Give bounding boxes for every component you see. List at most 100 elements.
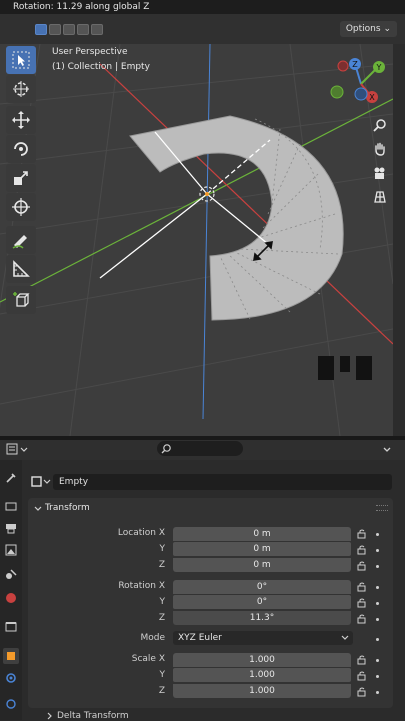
perspective-label: User Perspective [52, 47, 128, 57]
lock-icon[interactable] [357, 598, 367, 608]
scale-x-label: Scale X [131, 654, 165, 664]
viewport-info: User Perspective (1) Collection | Empty [52, 45, 150, 75]
select-mode-subtract-button[interactable] [63, 24, 75, 35]
collection-icon [5, 622, 17, 632]
lock-icon[interactable] [357, 529, 367, 539]
measure-tool[interactable] [6, 255, 36, 283]
origin-dot [205, 192, 209, 196]
select-mode-invert-button[interactable] [77, 24, 89, 35]
tab-render[interactable] [3, 498, 19, 514]
properties-search-input[interactable] [157, 441, 243, 456]
rotation-y-field[interactable]: 0° [173, 595, 351, 609]
location-z-label: Z [158, 560, 165, 570]
lock-icon[interactable] [357, 671, 367, 681]
lock-icon[interactable] [357, 614, 367, 624]
location-y-field[interactable]: 0 m [173, 542, 351, 556]
printer-icon [6, 524, 16, 534]
camera-icon [374, 167, 385, 179]
editor-type-icon[interactable] [6, 443, 30, 455]
object-type-dropdown[interactable] [31, 476, 53, 488]
rotation-z-field[interactable]: 11.3° [173, 611, 351, 625]
cursor-arrow-icon [12, 51, 30, 69]
collection-label: (1) Collection | Empty [52, 62, 150, 72]
select-mode-intersect-button[interactable] [91, 24, 103, 35]
tab-tool[interactable] [3, 470, 19, 486]
physics-icon [6, 673, 16, 683]
move-tool[interactable] [6, 106, 36, 134]
scale-icon [14, 171, 28, 185]
world-icon [6, 593, 16, 603]
status-text: Rotation: 11.29 along global Z [0, 0, 405, 14]
navigation-gizmo[interactable]: Z Y X [325, 54, 395, 106]
options-button[interactable]: Options ⌄ [339, 21, 397, 37]
scale-y-field[interactable]: 1.000 [173, 668, 351, 682]
object-name-field[interactable]: Empty [53, 474, 392, 490]
keyframe-dot[interactable] [376, 533, 379, 536]
location-z-field[interactable]: 0 m [173, 558, 351, 572]
keyframe-dot[interactable] [376, 602, 379, 605]
select-mode-new-button[interactable] [35, 24, 47, 35]
pan-button[interactable] [370, 139, 390, 159]
tab-physics[interactable] [3, 670, 19, 686]
lock-icon[interactable] [357, 582, 367, 592]
keyframe-dot[interactable] [376, 675, 379, 678]
chevron-down-icon [341, 635, 349, 640]
search-icon [161, 444, 171, 454]
scale-x-field[interactable]: 1.000 [173, 653, 351, 667]
keyframe-dot[interactable] [376, 565, 379, 568]
tab-object[interactable] [3, 648, 19, 664]
scale-y-label: Y [159, 670, 166, 680]
transform-panel-title[interactable]: Transform [45, 503, 90, 513]
constraint-icon [6, 699, 16, 709]
lock-icon[interactable] [357, 655, 367, 665]
svg-text:Y: Y [376, 63, 382, 72]
keyframe-dot[interactable] [376, 638, 379, 641]
overlay-block [340, 356, 350, 372]
add-cube-tool[interactable] [6, 286, 36, 314]
lock-icon[interactable] [357, 545, 367, 555]
move-arrows-icon [12, 111, 30, 129]
tab-collection[interactable] [3, 618, 19, 634]
annotate-tool[interactable] [6, 226, 36, 254]
lock-icon[interactable] [357, 561, 367, 571]
rotation-mode-label: Mode [140, 633, 165, 643]
image-icon [5, 544, 17, 556]
keyframe-dot[interactable] [376, 691, 379, 694]
transform-tool[interactable] [6, 193, 36, 221]
location-x-field[interactable]: 0 m [173, 527, 351, 541]
tab-view-layer[interactable] [3, 542, 19, 558]
grid-view-button[interactable] [370, 187, 390, 207]
select-mode-extend-button[interactable] [49, 24, 61, 35]
rotate-tool[interactable] [6, 135, 36, 163]
svg-text:X: X [369, 93, 375, 102]
viewport-header: Options ⌄ [0, 14, 405, 44]
zoom-button[interactable] [370, 115, 390, 135]
select-box-tool[interactable] [6, 46, 36, 74]
camera-view-button[interactable] [370, 163, 390, 183]
drag-handle-icon[interactable] [376, 505, 388, 511]
scale-tool[interactable] [6, 164, 36, 192]
cursor-tool[interactable] [6, 75, 36, 103]
tab-output[interactable] [3, 520, 19, 536]
lock-icon[interactable] [357, 687, 367, 697]
scale-z-field[interactable]: 1.000 [173, 684, 351, 698]
z-axis-line [202, 44, 211, 420]
keyframe-dot[interactable] [376, 618, 379, 621]
tab-scene[interactable] [3, 566, 19, 582]
zoom-icon [373, 119, 386, 132]
tab-constraints[interactable] [3, 696, 19, 712]
tool-shelf [4, 44, 38, 314]
rotation-z-label: Z [158, 613, 165, 623]
chevron-down-icon[interactable] [34, 505, 42, 513]
keyframe-dot[interactable] [376, 549, 379, 552]
tab-world[interactable] [3, 590, 19, 606]
grid-icon [374, 191, 386, 203]
rotation-mode-select[interactable]: XYZ Euler [173, 631, 353, 645]
rotation-y-label: Y [159, 597, 166, 607]
keyframe-dot[interactable] [376, 659, 379, 662]
keyframe-dot[interactable] [376, 586, 379, 589]
wrench-icon [6, 473, 16, 483]
rotation-x-field[interactable]: 0° [173, 580, 351, 594]
chevron-down-icon[interactable] [382, 445, 392, 455]
chevron-right-icon[interactable] [46, 712, 54, 720]
